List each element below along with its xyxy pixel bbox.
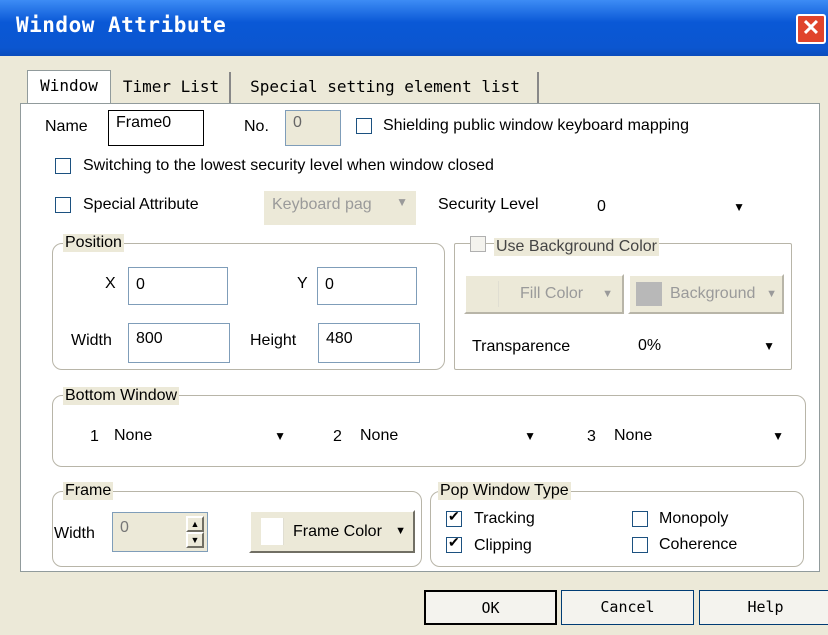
tab-window[interactable]: Window	[27, 70, 111, 104]
transparence-label: Transparence	[472, 338, 571, 355]
transparence-value: 0%	[638, 337, 662, 354]
chevron-down-icon: ▼	[602, 288, 613, 300]
height-input[interactable]: 480	[318, 323, 420, 363]
frame-width-label: Width	[54, 525, 95, 542]
special-attribute-label: Special Attribute	[83, 196, 199, 213]
monopoly-checkbox[interactable]	[632, 511, 648, 527]
security-level-label: Security Level	[438, 196, 539, 213]
keyboard-page-value: Keyboard pag	[272, 196, 372, 213]
bottom-window-2-select[interactable]: None ▼	[352, 419, 544, 453]
shielding-checkbox[interactable]	[356, 118, 372, 134]
x-input[interactable]: 0	[128, 267, 228, 305]
switching-label: Switching to the lowest security level w…	[83, 157, 494, 174]
no-label: No.	[244, 118, 269, 135]
x-label: X	[105, 275, 116, 292]
background-label: Background	[670, 285, 756, 302]
use-background-label: Use Background Color	[494, 238, 659, 256]
bottom-window-3-number: 3	[587, 428, 596, 445]
bottom-window-1-number: 1	[90, 428, 99, 445]
name-label: Name	[45, 118, 88, 135]
window-title: Window Attribute	[16, 13, 227, 37]
fill-color-label: Fill Color	[520, 285, 584, 302]
width-input[interactable]: 800	[128, 323, 230, 363]
tracking-label: Tracking	[474, 510, 535, 527]
chevron-down-icon: ▼	[396, 195, 408, 209]
close-icon[interactable]: ✕	[796, 14, 826, 44]
transparence-select[interactable]: 0% ▼	[630, 330, 783, 364]
fill-color-swatch	[476, 281, 499, 307]
chevron-down-icon[interactable]: ▼	[763, 339, 775, 353]
switching-checkbox[interactable]	[55, 158, 71, 174]
bottom-window-2-number: 2	[333, 428, 342, 445]
coherence-label: Coherence	[659, 536, 738, 553]
clipping-label: Clipping	[474, 537, 532, 554]
cancel-button[interactable]: Cancel	[561, 590, 694, 625]
help-button[interactable]: Help	[699, 590, 828, 625]
tracking-checkbox[interactable]	[446, 508, 462, 527]
height-label: Height	[250, 332, 297, 349]
position-title: Position	[63, 234, 124, 252]
frame-color-button[interactable]: Frame Color ▼	[249, 510, 415, 553]
shielding-label: Shielding public window keyboard mapping	[383, 117, 689, 134]
y-label: Y	[297, 275, 308, 292]
title-bar: Window Attribute ✕	[0, 0, 828, 56]
coherence-checkbox[interactable]	[632, 537, 648, 553]
spin-down-icon[interactable]: ▼	[186, 532, 204, 548]
bottom-window-3-value: None	[614, 427, 653, 444]
pop-window-group	[430, 491, 804, 567]
security-level-value: 0	[597, 198, 606, 215]
bottom-window-title: Bottom Window	[63, 387, 180, 405]
frame-width-spinner[interactable]: ▲ ▼	[186, 516, 204, 548]
chevron-down-icon: ▼	[395, 525, 406, 537]
bottom-window-1-select[interactable]: None ▼	[106, 419, 294, 453]
clipping-checkbox[interactable]	[446, 534, 462, 553]
bottom-window-3-select[interactable]: None ▼	[606, 419, 792, 453]
name-input[interactable]: Frame0	[108, 110, 204, 146]
pop-window-title: Pop Window Type	[438, 482, 571, 500]
security-level-select[interactable]: 0 ▼	[589, 190, 753, 226]
chevron-down-icon[interactable]: ▼	[733, 200, 745, 214]
ok-button[interactable]: OK	[424, 590, 557, 625]
bottom-window-1-value: None	[114, 427, 153, 444]
y-input[interactable]: 0	[317, 267, 417, 305]
chevron-down-icon: ▼	[766, 288, 777, 300]
chevron-down-icon[interactable]: ▼	[274, 429, 286, 443]
fill-color-button: Fill Color ▼	[464, 274, 624, 314]
spin-up-icon[interactable]: ▲	[186, 516, 204, 532]
monopoly-label: Monopoly	[659, 510, 729, 527]
no-input: 0	[285, 110, 341, 146]
chevron-down-icon[interactable]: ▼	[524, 429, 536, 443]
background-color-button: Background ▼	[628, 274, 784, 314]
use-background-checkbox	[470, 236, 486, 252]
tab-special-setting[interactable]: Special setting element list	[233, 72, 539, 104]
background-color-swatch	[636, 282, 662, 306]
chevron-down-icon[interactable]: ▼	[772, 429, 784, 443]
keyboard-page-combo: Keyboard pag ▼	[264, 191, 416, 225]
width-label: Width	[71, 332, 112, 349]
bottom-window-2-value: None	[360, 427, 399, 444]
frame-color-label: Frame Color	[293, 523, 382, 540]
special-attribute-checkbox[interactable]	[55, 197, 71, 213]
tab-timer-list[interactable]: Timer List	[113, 72, 231, 104]
frame-color-swatch	[261, 518, 284, 545]
frame-title: Frame	[63, 482, 114, 500]
